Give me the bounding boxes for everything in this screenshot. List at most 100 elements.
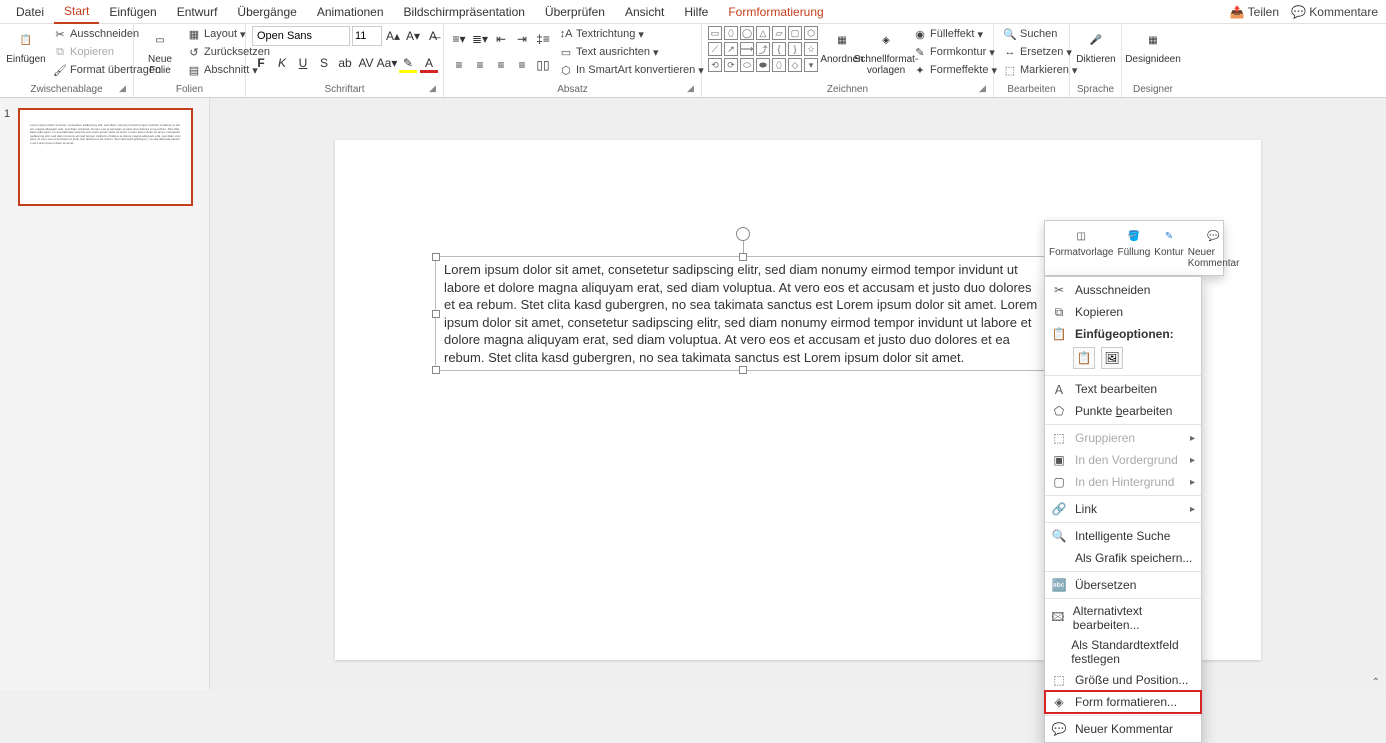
- tab-shapeformat[interactable]: Formformatierung: [718, 1, 833, 23]
- resize-handle-ml[interactable]: [432, 310, 440, 318]
- tab-design[interactable]: Entwurf: [167, 1, 228, 23]
- strike-button[interactable]: S: [315, 54, 333, 72]
- text-direction-button[interactable]: ↕ATextrichtung ▾: [556, 26, 707, 42]
- linespacing-button[interactable]: ‡≡: [534, 30, 552, 48]
- underline-button[interactable]: U: [294, 54, 312, 72]
- paste-button[interactable]: 📋 Einfügen: [6, 26, 46, 67]
- smartart-icon: ⬡: [559, 63, 573, 77]
- select-button[interactable]: ⬚Markieren ▾: [1000, 62, 1080, 78]
- font-name-input[interactable]: [252, 26, 350, 46]
- highlight-button[interactable]: ✎: [399, 54, 417, 72]
- tab-animations[interactable]: Animationen: [307, 1, 394, 23]
- decrease-font-button[interactable]: A▾: [404, 27, 422, 45]
- increase-font-button[interactable]: A▴: [384, 27, 402, 45]
- brush-icon: 🖌: [53, 63, 67, 77]
- shapes-gallery[interactable]: ▭⬯◯△▱▢⬡ ⟋↗⟶⤴{}☆ ⟲⟳⬭⬬⬯◇▾: [708, 26, 818, 72]
- design-ideas-button[interactable]: ▦ Designideen: [1128, 26, 1178, 67]
- align-left-button[interactable]: ≡: [450, 56, 468, 74]
- tab-insert[interactable]: Einfügen: [99, 1, 166, 23]
- resize-handle-tl[interactable]: [432, 253, 440, 261]
- new-slide-button[interactable]: ▭ Neue Folie: [140, 26, 180, 78]
- cm-new-comment[interactable]: 💬Neuer Kommentar: [1045, 718, 1201, 740]
- paste-option-keep[interactable]: 📋: [1073, 347, 1095, 369]
- cm-cut[interactable]: ✂Ausschneiden: [1045, 279, 1201, 301]
- tab-review[interactable]: Überprüfen: [535, 1, 615, 23]
- context-menu: ✂Ausschneiden ⧉Kopieren 📋Einfügeoptionen…: [1044, 276, 1202, 743]
- cm-edit-text[interactable]: ＡText bearbeiten: [1045, 378, 1201, 400]
- resize-handle-bl[interactable]: [432, 366, 440, 374]
- font-color-button[interactable]: A: [420, 54, 438, 72]
- indent-inc-button[interactable]: ⇥: [513, 30, 531, 48]
- cm-save-as-picture[interactable]: Als Grafik speichern...: [1045, 547, 1201, 569]
- italic-button[interactable]: K: [273, 54, 291, 72]
- slide-thumbnail-1[interactable]: Lorem ipsum dolor sit amet, consetetur s…: [18, 108, 193, 206]
- mini-outline-button[interactable]: ✎ Kontur: [1152, 225, 1185, 271]
- tab-view[interactable]: Ansicht: [615, 1, 674, 23]
- spacing-button[interactable]: AV: [357, 54, 375, 72]
- tab-help[interactable]: Hilfe: [674, 1, 718, 23]
- selected-textbox[interactable]: Lorem ipsum dolor sit amet, consetetur s…: [435, 256, 1051, 371]
- textalign-icon: ▭: [559, 45, 573, 59]
- font-launcher[interactable]: ◢: [429, 83, 441, 95]
- textbox-content[interactable]: Lorem ipsum dolor sit amet, consetetur s…: [444, 262, 1037, 365]
- drawing-launcher[interactable]: ◢: [979, 83, 991, 95]
- mini-fill-button[interactable]: 🪣 Füllung: [1115, 225, 1152, 271]
- indent-dec-button[interactable]: ⇤: [492, 30, 510, 48]
- bullets-button[interactable]: ≡▾: [450, 30, 468, 48]
- cm-alt-text[interactable]: 🖾Alternativtext bearbeiten...: [1045, 601, 1201, 635]
- cm-edit-points[interactable]: ⬠Punkte bearbeiten: [1045, 400, 1201, 422]
- tab-transitions[interactable]: Übergänge: [227, 1, 306, 23]
- rotate-handle[interactable]: [736, 227, 750, 241]
- group-label-voice: Sprache: [1076, 82, 1115, 97]
- clear-format-button[interactable]: A̶: [424, 27, 442, 45]
- text-align-button[interactable]: ▭Text ausrichten ▾: [556, 44, 707, 60]
- shadow-button[interactable]: ab: [336, 54, 354, 72]
- mini-comment-button[interactable]: 💬 Neuer Kommentar: [1186, 225, 1242, 271]
- find-button[interactable]: 🔍Suchen: [1000, 26, 1080, 42]
- paste-option-picture[interactable]: 🖼: [1101, 347, 1123, 369]
- font-size-input[interactable]: [352, 26, 382, 46]
- tab-slideshow[interactable]: Bildschirmpräsentation: [394, 1, 535, 23]
- tab-home[interactable]: Start: [54, 0, 99, 24]
- new-slide-icon: ▭: [148, 28, 172, 52]
- align-right-button[interactable]: ≡: [492, 56, 510, 74]
- shape-effects-button[interactable]: ✦Formeffekte ▾: [910, 62, 1000, 78]
- bold-button[interactable]: F: [252, 54, 270, 72]
- textdir-icon: ↕A: [559, 27, 573, 41]
- cm-copy[interactable]: ⧉Kopieren: [1045, 301, 1201, 323]
- paste-icon: 📋: [1051, 326, 1067, 342]
- format-shape-icon: ◈: [1051, 694, 1067, 710]
- scissors-icon: ✂: [53, 27, 67, 41]
- designideas-icon: ▦: [1141, 28, 1165, 52]
- tab-file[interactable]: Datei: [6, 1, 54, 23]
- shape-outline-button[interactable]: ✎Formkontur ▾: [910, 44, 1000, 60]
- dictate-button[interactable]: 🎤 Diktieren: [1076, 26, 1116, 67]
- replace-button[interactable]: ↔Ersetzen ▾: [1000, 44, 1080, 60]
- justify-button[interactable]: ≡: [513, 56, 531, 74]
- mini-style-button[interactable]: ◫ Formatvorlage: [1047, 225, 1115, 271]
- slide-editor[interactable]: Lorem ipsum dolor sit amet, consetetur s…: [210, 98, 1386, 690]
- cm-translate[interactable]: 🔤Übersetzen: [1045, 574, 1201, 596]
- cm-default-textbox[interactable]: Als Standardtextfeld festlegen: [1045, 635, 1201, 669]
- cm-smart-lookup[interactable]: 🔍Intelligente Suche: [1045, 525, 1201, 547]
- smartart-convert-button[interactable]: ⬡In SmartArt konvertieren ▾: [556, 62, 707, 78]
- group-label-font: Schriftart: [252, 82, 437, 97]
- resize-handle-tm[interactable]: [739, 253, 747, 261]
- resize-handle-bm[interactable]: [739, 366, 747, 374]
- comments-button[interactable]: 💬 Kommentare: [1291, 5, 1378, 19]
- bucket-icon: 🪣: [1123, 227, 1145, 245]
- lookup-icon: 🔍: [1051, 528, 1067, 544]
- cm-size-position[interactable]: ⬚Größe und Position...: [1045, 669, 1201, 691]
- case-button[interactable]: Aa▾: [378, 54, 396, 72]
- cm-link[interactable]: 🔗Link▸: [1045, 498, 1201, 520]
- share-button[interactable]: 📤 Teilen: [1230, 5, 1279, 19]
- replace-icon: ↔: [1003, 45, 1017, 59]
- align-center-button[interactable]: ≡: [471, 56, 489, 74]
- numbering-button[interactable]: ≣▾: [471, 30, 489, 48]
- columns-button[interactable]: ▯▯: [534, 56, 552, 74]
- cm-format-shape[interactable]: ◈Form formatieren...: [1045, 691, 1201, 713]
- shape-fill-button[interactable]: ◉Fülleffekt ▾: [910, 26, 1000, 42]
- paragraph-launcher[interactable]: ◢: [687, 83, 699, 95]
- quick-styles-button[interactable]: ◈ Schnellformat- vorlagen: [866, 26, 906, 78]
- clipboard-launcher[interactable]: ◢: [119, 83, 131, 95]
